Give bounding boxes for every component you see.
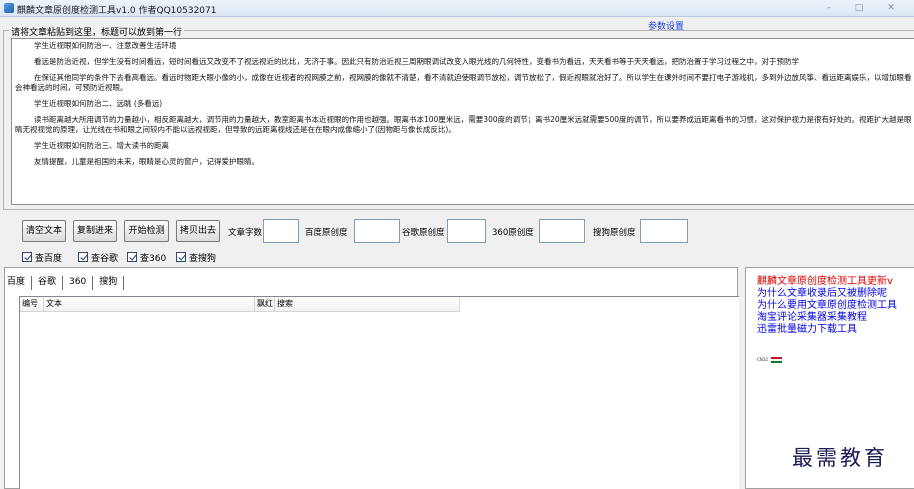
check-360[interactable]: 查360 <box>127 251 167 264</box>
tab-google[interactable]: 谷歌 <box>32 276 64 290</box>
s360-originality-field[interactable] <box>539 219 585 243</box>
paste-in-button[interactable]: 复制进来 <box>73 220 117 242</box>
close-button[interactable]: ✕ <box>880 3 902 14</box>
article-textarea[interactable]: 学生近视眼如何防治一、注意改善生活环境 看远是防治近视，但学生没有时间看远，短时… <box>11 38 914 205</box>
side-link-thunder-tool[interactable]: 迅雷批量磁力下载工具 <box>757 324 857 336</box>
watermark-text: 最需教育 <box>792 446 888 470</box>
baidu-originality-label: 百度原创度 <box>305 228 348 238</box>
article-line: 学生近视眼如何防治二、远眺 (多看远) <box>34 99 163 108</box>
title-bar: 麒麟文章原创度检测工具v1.0 作者QQ10532071 – □ ✕ <box>0 0 914 17</box>
checkbox-icon[interactable] <box>22 252 32 262</box>
result-tabs: 百度 谷歌 360 搜狗 <box>7 276 125 290</box>
google-originality-label: 谷歌原创度 <box>402 228 445 238</box>
grid-header: 编号 文本 飘红 搜索 <box>20 297 460 312</box>
tab-sogou[interactable]: 搜狗 <box>93 276 125 290</box>
article-line: 读书距离越大所用调节的力量越小，相反距离越大，调节用的力量越大，教室距离书本近视… <box>15 115 912 134</box>
sogou-originality-label: 搜狗原创度 <box>593 228 636 238</box>
checkbox-icon[interactable] <box>127 252 137 262</box>
word-count-label: 文章字数 <box>228 228 263 238</box>
checkbox-icon[interactable] <box>78 252 88 262</box>
google-originality-field[interactable] <box>447 219 486 243</box>
side-link-why-tool[interactable]: 为什么要用文章原创度检测工具 <box>757 300 897 312</box>
maximize-button[interactable]: □ <box>848 3 870 14</box>
article-line: 友情提醒，儿童是祖国的未来，眼睛是心灵的窗户，记得爱护眼睛。 <box>34 157 259 166</box>
minimize-button[interactable]: – <box>818 3 840 14</box>
side-link-deleted-articles[interactable]: 为什么文章收录后又被删除呢 <box>757 288 887 300</box>
article-line: 学生近视眼如何防治一、注意改善生活环境 <box>34 41 177 50</box>
word-count-field[interactable] <box>263 219 299 243</box>
article-line: 在保证其他同学的条件下去看高看远。看远时物距大眼小像的小，成像在近视者的视网膜之… <box>15 73 912 92</box>
app-icon <box>4 3 14 13</box>
sogou-originality-field[interactable] <box>640 219 688 243</box>
check-360-label: 查360 <box>140 253 167 264</box>
start-detect-button[interactable]: 开始检测 <box>124 220 169 242</box>
article-groupbox-legend: 请将文章粘贴到这里，标题可以放到第一行 <box>9 25 185 38</box>
flag-icon <box>770 357 782 363</box>
check-baidu[interactable]: 查百度 <box>22 251 63 264</box>
check-google-label: 查谷歌 <box>91 253 119 264</box>
check-sogou-label: 查搜狗 <box>189 253 217 264</box>
baidu-originality-field[interactable] <box>354 219 400 243</box>
column-header-index[interactable]: 编号 <box>20 297 44 312</box>
article-groupbox: 请将文章粘贴到这里，标题可以放到第一行 学生近视眼如何防治一、注意改善生活环境 … <box>3 25 914 210</box>
main-window: 参数设置 请将文章粘贴到这里，标题可以放到第一行 学生近视眼如何防治一、注意改善… <box>0 17 914 489</box>
window-title: 麒麟文章原创度检测工具v1.0 作者QQ10532071 <box>17 6 217 16</box>
copy-out-button[interactable]: 拷贝出去 <box>176 220 220 242</box>
side-link-taobao-tutorial[interactable]: 淘宝评论采集器采集教程 <box>757 312 867 324</box>
side-link-update[interactable]: 麒麟文章原创度检测工具更新v <box>757 276 893 288</box>
results-grid[interactable]: 编号 文本 飘红 搜索 <box>19 296 739 489</box>
language-badge: CN32 <box>757 357 787 363</box>
clear-text-button[interactable]: 清空文本 <box>22 220 66 242</box>
check-sogou[interactable]: 查搜狗 <box>176 251 217 264</box>
article-line: 学生近视眼如何防治三、增大读书的距离 <box>34 141 169 150</box>
tab-360[interactable]: 360 <box>63 276 94 290</box>
language-badge-label: CN32 <box>757 357 768 362</box>
column-header-highlight[interactable]: 飘红 <box>255 297 275 312</box>
results-panel: 百度 谷歌 360 搜狗 编号 文本 飘红 搜索 <box>4 267 739 489</box>
check-google[interactable]: 查谷歌 <box>78 251 119 264</box>
article-line: 看远是防治近视，但学生没有时间看远，短时间看远又改变不了视远视近的比比，无济于事… <box>34 57 799 66</box>
tab-baidu[interactable]: 百度 <box>7 276 33 290</box>
s360-originality-label: 360原创度 <box>492 228 534 238</box>
checkbox-icon[interactable] <box>176 252 186 262</box>
column-header-search[interactable]: 搜索 <box>275 297 460 312</box>
check-baidu-label: 查百度 <box>35 253 63 264</box>
column-header-text[interactable]: 文本 <box>44 297 255 312</box>
